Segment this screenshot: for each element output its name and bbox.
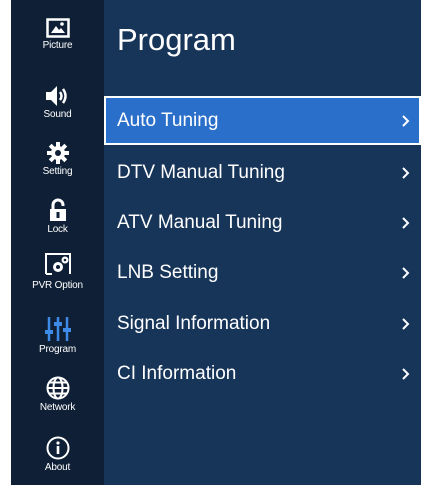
sidebar-label-program: Program (39, 344, 76, 355)
sidebar-item-program[interactable]: Program (11, 316, 104, 355)
speaker-icon (45, 86, 67, 106)
sidebar-label-pvr-option: PVR Option (32, 280, 83, 291)
sidebar-item-pvr-option[interactable]: PVR Option (11, 252, 104, 291)
sidebar-item-network[interactable]: Network (11, 376, 104, 413)
chevron-right-icon (402, 166, 410, 179)
menu-item-signal-information[interactable]: Signal Information (104, 299, 421, 348)
chevron-right-icon (402, 114, 410, 127)
menu-item-label: LNB Setting (117, 261, 219, 283)
sidebar-item-lock[interactable]: Lock (11, 198, 104, 235)
globe-icon (46, 376, 69, 400)
menu-item-lnb-setting[interactable]: LNB Setting (104, 248, 421, 297)
chevron-right-icon (402, 266, 410, 279)
chevron-right-icon (402, 216, 410, 229)
sidebar: Picture Sound Setting Lock PVR Option Pr… (11, 0, 104, 485)
page-title: Program (117, 22, 236, 57)
menu-item-label: DTV Manual Tuning (117, 161, 285, 183)
menu-item-auto-tuning[interactable]: Auto Tuning (104, 96, 421, 145)
sidebar-item-about[interactable]: About (11, 436, 104, 473)
menu-item-label: Signal Information (117, 312, 271, 334)
menu-item-dtv-manual-tuning[interactable]: DTV Manual Tuning (104, 148, 421, 197)
program-sliders-icon (44, 317, 71, 341)
sidebar-item-setting[interactable]: Setting (11, 142, 104, 177)
sidebar-label-lock: Lock (47, 224, 68, 235)
sidebar-item-sound[interactable]: Sound (11, 85, 104, 120)
chevron-right-icon (402, 367, 410, 380)
sidebar-label-picture: Picture (42, 40, 73, 51)
info-icon (46, 436, 69, 460)
sidebar-label-setting: Setting (42, 166, 73, 177)
gear-icon (46, 142, 69, 164)
sidebar-label-network: Network (39, 402, 76, 413)
chevron-right-icon (402, 317, 410, 330)
menu-item-label: Auto Tuning (117, 109, 219, 131)
menu-item-label: CI Information (117, 362, 237, 384)
pvr-icon (44, 253, 71, 275)
menu-item-ci-information[interactable]: CI Information (104, 349, 421, 398)
picture-icon (45, 18, 70, 38)
lock-icon (49, 198, 66, 221)
sidebar-label-about: About (44, 462, 71, 473)
menu-item-atv-manual-tuning[interactable]: ATV Manual Tuning (104, 198, 421, 247)
sidebar-item-picture[interactable]: Picture (11, 18, 104, 51)
sidebar-label-sound: Sound (43, 109, 72, 120)
menu-item-label: ATV Manual Tuning (117, 211, 283, 233)
program-panel: Program Auto Tuning DTV Manual Tuning AT… (104, 0, 421, 485)
